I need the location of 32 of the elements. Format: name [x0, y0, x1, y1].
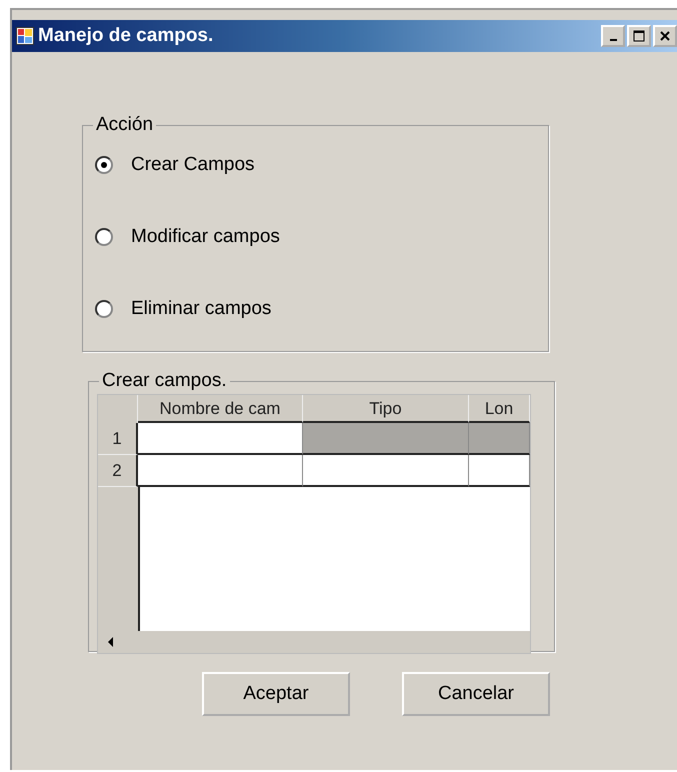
maximize-icon	[633, 30, 645, 42]
corner-header	[98, 395, 138, 423]
scroll-left-icon[interactable]	[108, 637, 113, 647]
row-header[interactable]: 2	[98, 455, 138, 487]
group-label: Acción	[95, 114, 154, 136]
row-header[interactable]: 1	[98, 423, 138, 455]
radio-button[interactable]	[95, 300, 113, 318]
close-icon	[659, 30, 671, 42]
maximize-button[interactable]	[627, 25, 651, 47]
column-header[interactable]: Tipo	[303, 395, 469, 423]
horizontal-scrollbar[interactable]	[98, 631, 530, 653]
column-header[interactable]: Nombre de cam	[138, 395, 303, 423]
table-cell[interactable]	[469, 455, 530, 487]
group-label: Crear campos.	[101, 370, 228, 392]
radio-label[interactable]: Modificar campos	[131, 226, 280, 248]
table-cell[interactable]	[138, 423, 303, 455]
column-header[interactable]: Lon	[469, 395, 530, 423]
window-title: Manejo de campos.	[38, 25, 214, 47]
radio-label[interactable]: Crear Campos	[131, 154, 255, 176]
dialog-button[interactable]: Cancelar	[402, 672, 550, 716]
minimize-icon	[610, 39, 616, 41]
table-cell[interactable]	[303, 455, 469, 487]
table-cell[interactable]	[138, 455, 303, 487]
table-cell[interactable]	[303, 423, 469, 455]
close-button[interactable]	[653, 25, 677, 47]
radio-button[interactable]	[95, 228, 113, 246]
dialog-button[interactable]: Aceptar	[202, 672, 350, 716]
radio-button[interactable]	[95, 156, 113, 174]
app-icon	[16, 27, 34, 45]
minimize-button[interactable]	[601, 25, 625, 47]
radio-label[interactable]: Eliminar campos	[131, 298, 272, 320]
table-cell[interactable]	[469, 423, 530, 455]
